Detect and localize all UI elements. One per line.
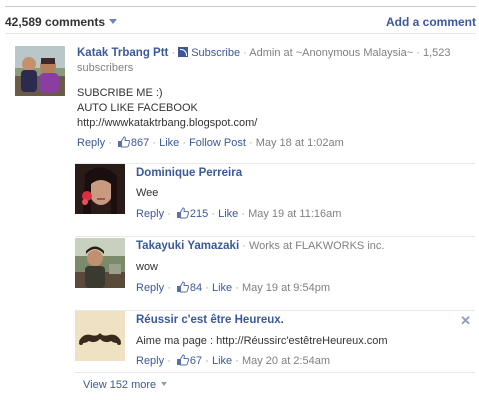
reply-item: Dominique Perreira Wee Reply · 215 · Lik… bbox=[75, 163, 475, 223]
reply-item: ✕ Réussir c'est être Heureux. Aime ma pa… bbox=[75, 310, 475, 368]
comment-line: SUBCRIBE ME :) bbox=[77, 87, 163, 99]
comment-author[interactable]: Réussir c'est être Heureux. bbox=[136, 314, 284, 326]
reply-link[interactable]: Reply bbox=[136, 282, 164, 294]
like-link[interactable]: Like bbox=[212, 355, 232, 367]
like-link[interactable]: Like bbox=[159, 137, 179, 149]
reply-link[interactable]: Reply bbox=[77, 137, 105, 149]
avatar[interactable] bbox=[75, 164, 125, 214]
reply-link[interactable]: Reply bbox=[136, 208, 164, 220]
comment-text: SUBCRIBE ME :) AUTO LIKE FACEBOOK http:/… bbox=[77, 86, 470, 131]
comment-item: Katak Trbang Ptt · Subscribe · Admin at … bbox=[15, 46, 470, 149]
like-count[interactable]: 215 bbox=[190, 208, 208, 220]
comment-text: Wee bbox=[136, 187, 159, 199]
comments-header: 42,589 comments Add a comment bbox=[5, 6, 476, 34]
view-more-label: View 152 more bbox=[83, 379, 157, 391]
comment-body: Katak Trbang Ptt · Subscribe · Admin at … bbox=[77, 46, 470, 153]
thumbs-up-icon bbox=[176, 281, 189, 298]
subscribe-link[interactable]: Subscribe bbox=[191, 47, 240, 59]
comment-timestamp[interactable]: May 19 at 9:54pm bbox=[242, 282, 330, 294]
comment-author[interactable]: Dominique Perreira bbox=[136, 167, 242, 179]
thumbs-up-icon bbox=[117, 136, 130, 153]
avatar[interactable] bbox=[15, 46, 65, 96]
rss-icon bbox=[178, 47, 189, 57]
author-meta: Works at FLAKWORKS inc. bbox=[248, 240, 385, 252]
chevron-down-icon bbox=[109, 19, 118, 24]
thumbs-up-icon bbox=[176, 354, 189, 371]
reply-link[interactable]: Reply bbox=[136, 355, 164, 367]
thumbs-up-icon bbox=[176, 207, 189, 224]
comment-actions: Reply · 215 · Like · May 19 at 11:16am bbox=[136, 207, 475, 224]
comment-text: Aime ma page : http://Réussirc'estêtreHe… bbox=[136, 335, 388, 347]
comment-actions: Reply · 867 · Like · Follow Post · May 1… bbox=[77, 136, 470, 153]
author-meta: Admin at ~Anonymous Malaysia~ bbox=[249, 47, 414, 59]
like-count[interactable]: 67 bbox=[190, 355, 202, 367]
comment-line: http://wwwkataktrbang.blogspot.com/ bbox=[77, 117, 258, 129]
comment-author[interactable]: Takayuki Yamazaki bbox=[136, 240, 239, 252]
comment-body: Réussir c'est être Heureux. Aime ma page… bbox=[136, 313, 475, 371]
comment-body: Dominique Perreira Wee Reply · 215 · Lik… bbox=[136, 166, 475, 224]
comment-author[interactable]: Katak Trbang Ptt bbox=[77, 47, 168, 59]
comment-timestamp[interactable]: May 18 at 1:02am bbox=[256, 137, 344, 149]
comment-timestamp[interactable]: May 20 at 2:54am bbox=[242, 355, 330, 367]
comment-line: AUTO LIKE FACEBOOK bbox=[77, 102, 198, 114]
avatar[interactable] bbox=[75, 238, 125, 288]
comment-count-label: 42,589 comments bbox=[5, 15, 106, 29]
comment-actions: Reply · 84 · Like · May 19 at 9:54pm bbox=[136, 281, 475, 298]
comment-timestamp[interactable]: May 19 at 11:16am bbox=[248, 208, 341, 220]
like-link[interactable]: Like bbox=[212, 282, 232, 294]
chevron-down-icon bbox=[161, 382, 168, 386]
reply-item: Takayuki Yamazaki · Works at FLAKWORKS i… bbox=[75, 236, 475, 298]
view-more-replies[interactable]: View 152 more bbox=[75, 372, 475, 396]
comment-body: Takayuki Yamazaki · Works at FLAKWORKS i… bbox=[136, 239, 475, 298]
comment-count-dropdown[interactable]: 42,589 comments bbox=[5, 15, 118, 29]
avatar[interactable] bbox=[75, 311, 125, 361]
add-comment-link[interactable]: Add a comment bbox=[386, 15, 476, 29]
like-count[interactable]: 84 bbox=[190, 282, 202, 294]
comment-actions: Reply · 67 · Like · May 20 at 2:54am bbox=[136, 354, 475, 371]
like-link[interactable]: Like bbox=[218, 208, 238, 220]
like-count[interactable]: 867 bbox=[131, 137, 149, 149]
follow-post-link[interactable]: Follow Post bbox=[189, 137, 246, 149]
comment-text: wow bbox=[136, 261, 159, 273]
